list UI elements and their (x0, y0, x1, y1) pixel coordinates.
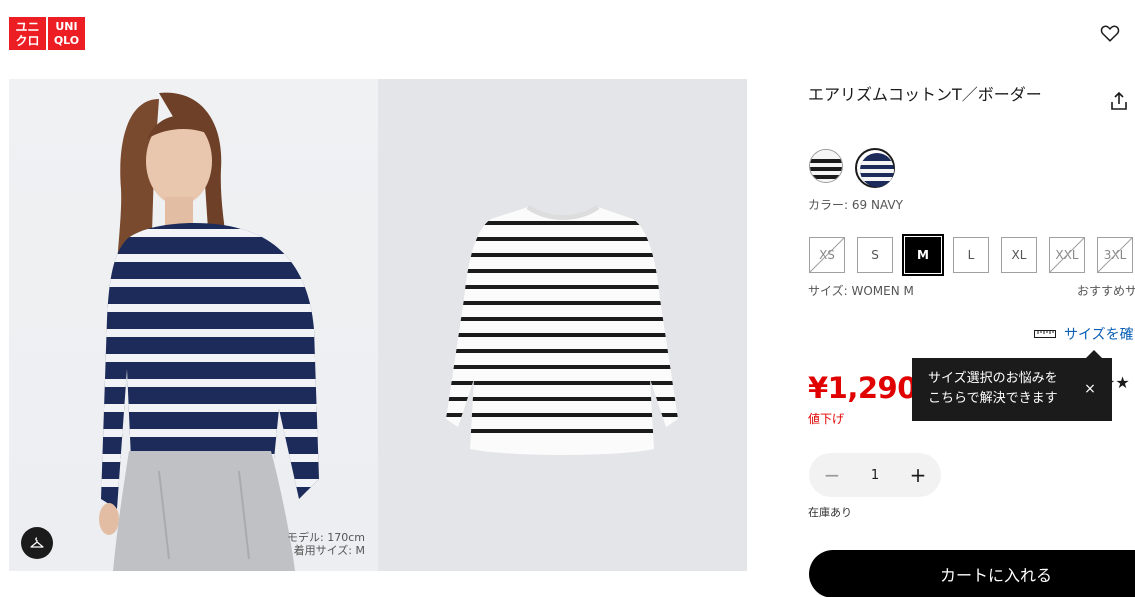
tooltip-line: サイズ選択のお悩みを (928, 371, 1058, 386)
logo-line: クロ (15, 33, 40, 48)
swatch-stripe-white (809, 149, 843, 183)
qty-plus-button[interactable]: + (909, 465, 927, 485)
qty-value: 1 (870, 467, 880, 483)
qty-minus-button[interactable]: − (823, 465, 841, 485)
price-down-badge: 値下げ (808, 412, 845, 426)
size-check-label: サイズを確 (1064, 327, 1134, 343)
size-3xl[interactable]: 3XL (1097, 237, 1133, 273)
cart-label: カートに入れる (939, 566, 1052, 585)
size-label: L (967, 248, 975, 262)
product-title: エアリズムコットンT／ボーダー (808, 85, 1042, 104)
swatch-stripe-navy (860, 153, 894, 187)
hanger-icon[interactable] (21, 527, 53, 559)
shirt-illustration (446, 204, 678, 455)
model-height: モデル: 170cm (287, 530, 365, 544)
model-size: 着用サイズ: M (293, 544, 365, 558)
size-check-link[interactable]: サイズを確 (1034, 324, 1134, 344)
unavailable-slash (810, 238, 844, 272)
product-gallery: モデル: 170cm 着用サイズ: M (9, 79, 747, 571)
size-label: M (917, 248, 929, 262)
add-to-cart-button[interactable]: カートに入れる (809, 550, 1135, 597)
color-label: カラー: 69 NAVY (808, 198, 903, 212)
model-caption: モデル: 170cm 着用サイズ: M (287, 531, 365, 559)
logo-line: QLO (53, 34, 80, 47)
size-m[interactable]: M (902, 234, 944, 276)
close-icon[interactable]: × (1082, 381, 1098, 397)
logo-katakana: ユニ クロ (9, 17, 46, 50)
size-label: S (871, 248, 879, 262)
size-label-text: サイズ: WOMEN M (808, 284, 914, 298)
stock-status: 在庫あり (808, 506, 852, 519)
size-xxl[interactable]: XXL (1049, 237, 1085, 273)
size-s[interactable]: S (857, 237, 893, 273)
size-label: XL (1011, 248, 1027, 262)
size-l[interactable]: L (953, 237, 989, 273)
heart-icon[interactable] (1099, 22, 1121, 44)
logo-line: UNI (55, 20, 78, 33)
tooltip-arrow (1086, 350, 1102, 358)
color-swatch-navy[interactable] (855, 148, 895, 188)
model-photo[interactable]: モデル: 170cm 着用サイズ: M (9, 79, 378, 571)
quantity-stepper: − 1 + (809, 453, 941, 497)
recommend-size-link[interactable]: おすすめサ (1077, 282, 1135, 299)
logo-latin: UNI QLO (48, 17, 85, 50)
logo-line: ユニ (15, 19, 40, 34)
color-swatch-white[interactable] (808, 148, 848, 188)
flat-lay-photo[interactable] (378, 79, 747, 571)
size-xs[interactable]: XS (809, 237, 845, 273)
size-xl[interactable]: XL (1001, 237, 1037, 273)
ruler-icon (1034, 330, 1056, 338)
tooltip-line: こちらで解決できます (928, 391, 1058, 406)
unavailable-slash (1098, 238, 1132, 272)
uniqlo-logo[interactable]: ユニ クロ UNI QLO (9, 17, 85, 50)
price: ¥1,290 (808, 371, 917, 405)
unavailable-slash (1050, 238, 1084, 272)
share-icon[interactable] (1108, 90, 1130, 112)
model-illustration (99, 92, 319, 571)
